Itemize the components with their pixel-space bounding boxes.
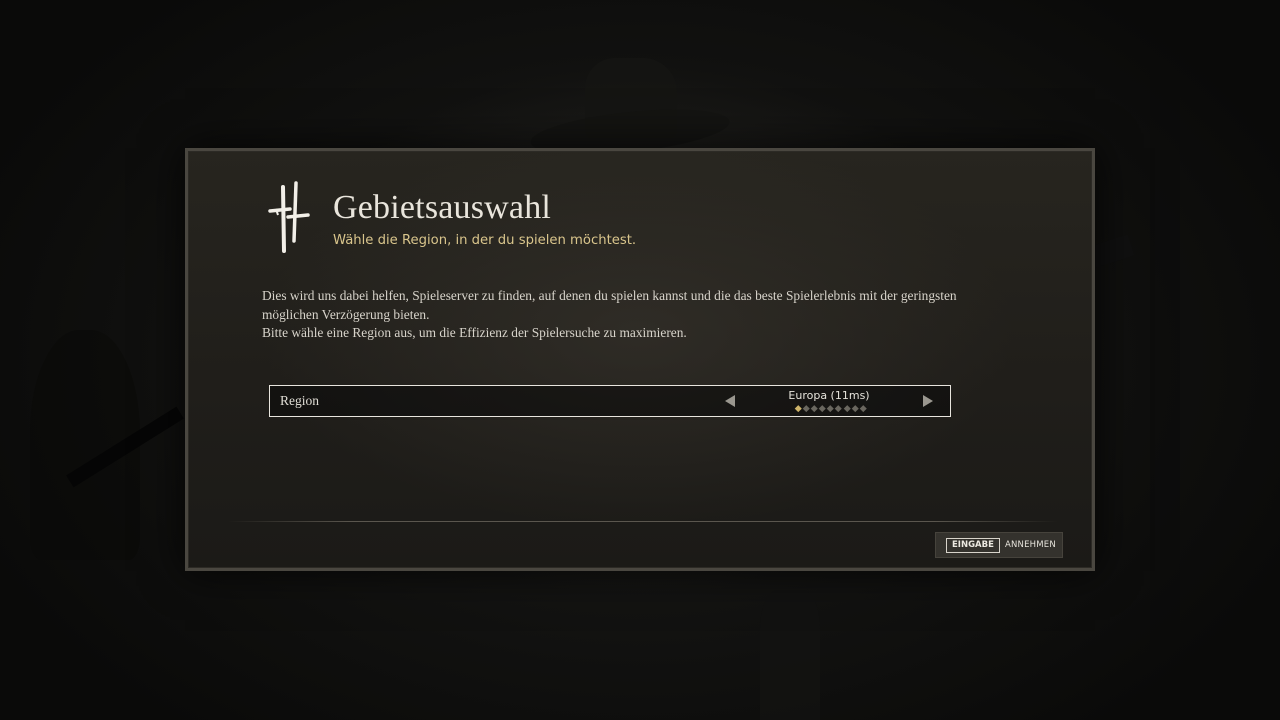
dialog-subtitle: Wähle die Region, in der du spielen möch… xyxy=(333,233,637,248)
game-screen: Gebietsauswahl Wähle die Region, in der … xyxy=(0,0,1280,720)
region-option-dot xyxy=(811,405,818,412)
region-selection-dialog: Gebietsauswahl Wähle die Region, in der … xyxy=(185,148,1095,571)
enter-key-badge: EINGABE xyxy=(946,537,1000,553)
dialog-title: Gebietsauswahl xyxy=(333,189,552,226)
region-option-dot xyxy=(851,405,859,412)
description-line: Bitte wähle eine Region aus, um die Effi… xyxy=(262,325,687,340)
description-line: Dies wird uns dabei helfen, Spieleserver… xyxy=(262,288,957,303)
game-logo-icon xyxy=(268,181,310,253)
footer-divider xyxy=(228,521,1058,522)
accept-button[interactable]: EINGABE ANNEHMEN xyxy=(935,532,1063,558)
region-option-dot xyxy=(803,405,810,412)
background-figure-bottom xyxy=(760,590,820,720)
chevron-left-icon[interactable] xyxy=(725,395,735,407)
description-line: möglichen Verzögerung bieten. xyxy=(262,306,430,322)
accept-label: ANNEHMEN xyxy=(1004,540,1056,550)
region-option-dot xyxy=(859,405,867,412)
region-option-dot xyxy=(827,405,834,412)
chevron-right-icon[interactable] xyxy=(923,395,933,407)
dialog-description: Dies wird uns dabei helfen, Spieleserver… xyxy=(262,287,1022,343)
region-label: Region xyxy=(280,393,319,408)
region-value: Europa (11ms) xyxy=(788,389,870,402)
region-option-dot xyxy=(795,405,802,412)
region-selector[interactable]: Region Europa (11ms) xyxy=(269,385,951,417)
region-option-dot xyxy=(835,405,842,412)
region-option-dot xyxy=(819,405,826,412)
background-tree xyxy=(1150,0,1180,720)
region-option-dot xyxy=(843,405,850,412)
region-page-indicator xyxy=(795,405,867,412)
background-rifle-right xyxy=(1089,234,1135,268)
